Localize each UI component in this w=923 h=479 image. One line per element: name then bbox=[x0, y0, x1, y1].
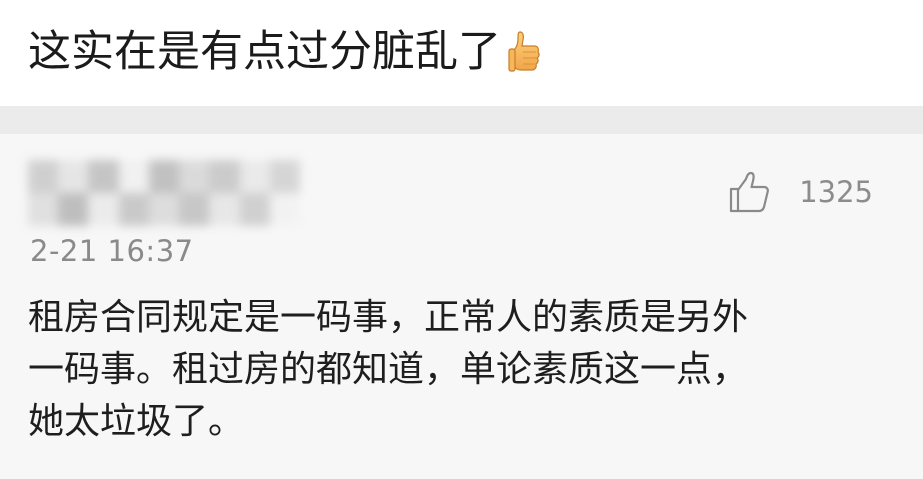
comment-line: 租房合同规定是一码事，正常人的素质是另外 bbox=[28, 297, 749, 338]
post-text: 这实在是有点过分脏乱了 bbox=[28, 27, 501, 77]
comment-line: 她太垃圾了。 bbox=[28, 401, 245, 442]
section-divider bbox=[0, 106, 923, 134]
post-card: 这实在是有点过分脏乱了 bbox=[0, 0, 923, 106]
blurred-username bbox=[28, 160, 300, 226]
like-count: 1325 bbox=[799, 175, 873, 209]
like-button[interactable]: 1325 bbox=[727, 170, 873, 214]
post-text-row: 这实在是有点过分脏乱了 bbox=[28, 24, 541, 80]
comment-line: 一码事。租过房的都知道，单论素质这一点， bbox=[28, 349, 749, 390]
thumbs-up-outline-icon bbox=[730, 171, 770, 213]
thumbs-up-emoji-icon bbox=[508, 31, 540, 72]
comment-card: 2-21 16:37 1325 租房合同规定是一码事，正常人的素质是另外 一码事… bbox=[0, 134, 923, 479]
comment-body: 租房合同规定是一码事，正常人的素质是另外 一码事。租过房的都知道，单论素质这一点… bbox=[28, 292, 898, 448]
comment-timestamp: 2-21 16:37 bbox=[30, 234, 194, 268]
